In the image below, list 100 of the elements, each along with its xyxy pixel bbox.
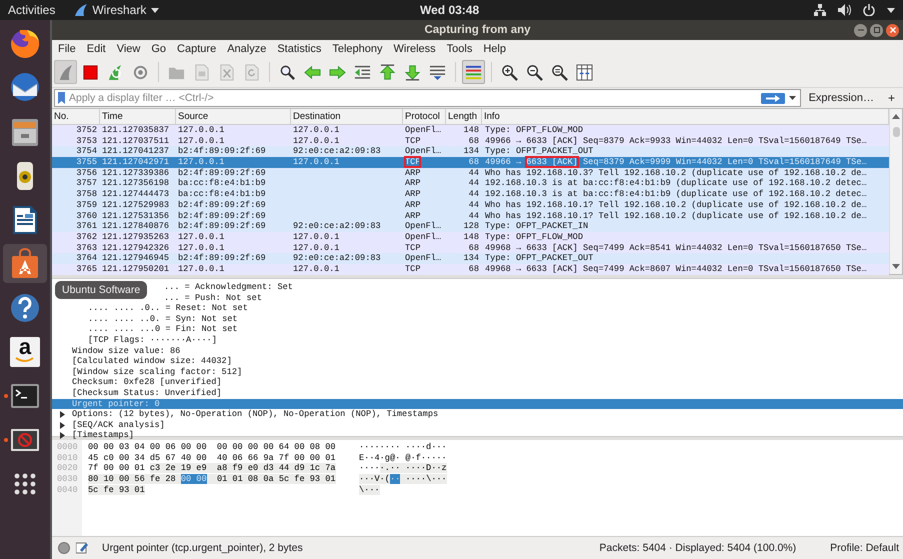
detail-line[interactable]: [SEQ/ACK analysis] bbox=[72, 420, 165, 430]
table-cell-text: 3754 bbox=[75, 146, 98, 158]
hex-bytes[interactable]: 45 c0 00 34 d5 67 40 00 40 06 66 9a 7f 00 00 01 bbox=[88, 452, 336, 463]
network-icon[interactable] bbox=[814, 4, 826, 16]
dropdown-caret-icon[interactable] bbox=[788, 96, 796, 100]
display-filter-field[interactable]: Apply a display filter … <Ctrl-/> bbox=[54, 89, 801, 107]
packet-row[interactable]: 3762 121.127935263 127.0.0.1 127.0.0.1 OpenFl… 148 Type: OFPT_FLOW_MOD bbox=[52, 232, 889, 243]
filter-input[interactable]: Apply a display filter … <Ctrl-/> bbox=[69, 92, 757, 104]
shopping-bag-launcher[interactable] bbox=[3, 244, 47, 283]
menu-item[interactable]: Telephony bbox=[332, 42, 382, 54]
scroll-down-icon[interactable] bbox=[892, 264, 900, 269]
hex-bytes[interactable]: 7f 00 00 01 bbox=[88, 463, 150, 474]
detail-line[interactable]: ... = Push: Not set bbox=[164, 292, 262, 304]
ascii-bytes[interactable]: ···· bbox=[359, 463, 380, 474]
table-cell-text: 121.127042971 bbox=[101, 157, 170, 168]
column-header[interactable]: Destination bbox=[291, 109, 403, 124]
offset-text: 0020 bbox=[57, 463, 79, 474]
scrollbar-thumb[interactable] bbox=[892, 126, 900, 136]
packet-row[interactable]: 3754 121.127041237 b2:4f:89:09:2f:69 92:e0:ce:a2:09:83 OpenFl… 134 Type: OFPT_PACKET_OUT bbox=[52, 146, 889, 158]
column-header[interactable]: Time bbox=[100, 109, 176, 124]
app-menu[interactable]: Wireshark bbox=[92, 3, 146, 17]
menu-item[interactable]: Analyze bbox=[227, 42, 266, 54]
table-cell-text: 121.127035837 bbox=[101, 125, 170, 136]
detail-line[interactable]: [TCP Flags: ·······A····] bbox=[88, 334, 217, 346]
scroll-up-icon[interactable] bbox=[892, 114, 900, 119]
info-text: Type: OFPT_PACKET_OUT bbox=[485, 253, 594, 264]
detail-line[interactable]: Options: (12 bytes), No-Operation (NOP), No-Operation (NOP), Timestamps bbox=[72, 409, 438, 420]
menu-item[interactable]: Edit bbox=[86, 42, 106, 54]
detail-line[interactable]: .... .... .0.. = Reset: Not set bbox=[88, 303, 248, 314]
column-header[interactable]: Source bbox=[176, 109, 291, 124]
activities-button[interactable]: Activities bbox=[8, 3, 56, 17]
packet-row[interactable]: 3758 121.127444473 ba:cc:f8:e4:b1:b9 ARP 44 192.168.10.3 is at ba:cc:f8:e4:b1:b9 (duplicate use of 192.168.10.2 detec… bbox=[52, 189, 889, 200]
hex-bytes[interactable]: 00 00 03 04 00 06 00 00 00 00 00 00 64 00 08 00 bbox=[88, 442, 336, 452]
add-filter-button[interactable]: + bbox=[882, 91, 901, 105]
minimize-button[interactable] bbox=[854, 24, 867, 36]
ascii-bytes[interactable]: ········ ····d··· bbox=[359, 442, 447, 452]
collapsed-arrow-icon[interactable] bbox=[60, 422, 65, 429]
packet-row[interactable]: 3764 121.127946945 b2:4f:89:09:2f:69 92:e0:ce:a2:09:83 OpenFl… 134 Type: OFPT_PACKET_OUT bbox=[52, 253, 889, 264]
column-header[interactable]: No. bbox=[52, 109, 100, 124]
detail-line[interactable]: [Calculated window size: 44032] bbox=[72, 356, 232, 367]
table-cell: TCP bbox=[405, 242, 420, 253]
ascii-bytes[interactable]: \··· bbox=[359, 484, 380, 495]
packet-row[interactable]: 3756 121.127339386 b2:4f:89:09:2f:69 ARP 44 Who has 192.168.10.3? Tell 192.168.10.2 (duplicate use of 192.168.10.2 de… bbox=[52, 168, 889, 178]
packet-row[interactable]: 3763 121.127942326 127.0.0.1 127.0.0.1 TCP 68 49968 → 6633 [ACK] Seq=7499 Ack=8541 Win=44032 Len=0 TSval=1560187650 TSe… bbox=[52, 242, 889, 254]
menu-item[interactable]: Help bbox=[483, 42, 506, 54]
power-icon[interactable] bbox=[863, 4, 875, 16]
packet-row[interactable]: 3761 121.127840876 b2:4f:89:09:2f:69 92:e0:ce:a2:09:83 OpenFl… 128 Type: OFPT_PACKET_IN bbox=[52, 221, 889, 232]
column-header[interactable]: Length bbox=[446, 109, 482, 124]
menu-item[interactable]: Wireless bbox=[394, 42, 436, 54]
column-header[interactable]: Protocol bbox=[403, 109, 446, 124]
scrollbar[interactable] bbox=[889, 109, 902, 274]
ascii-bytes[interactable]: ···V·( bbox=[359, 474, 390, 484]
detail-line[interactable]: [Timestamps] bbox=[72, 430, 134, 441]
clock[interactable]: Wed 03:48 bbox=[420, 3, 480, 17]
packet-row[interactable]: 3759 121.127529983 b2:4f:89:09:2f:69 ARP 44 Who has 192.168.10.1? Tell 192.168.10.2 (duplicate use of 192.168.10.2 de… bbox=[52, 200, 889, 210]
table-cell-text: 92:e0:ce:a2:09:83 bbox=[292, 221, 382, 232]
menu-item[interactable]: File bbox=[58, 42, 76, 54]
ascii-bytes[interactable]: E··4·g@· @·f····· bbox=[359, 452, 447, 463]
packet-row[interactable]: 3753 121.127037511 127.0.0.1 127.0.0.1 TCP 68 49966 → 6633 [ACK] Seq=8379 Ack=9933 Win=44032 Len=0 TSval=1560187649 TSe… bbox=[52, 136, 889, 146]
detail-line[interactable]: ... = Acknowledgment: Set bbox=[164, 282, 293, 293]
detail-line[interactable]: Window size value: 86 bbox=[72, 346, 180, 356]
detail-line[interactable]: Checksum: 0xfe28 [unverified] bbox=[72, 377, 222, 388]
profile-label[interactable]: Profile: Default bbox=[830, 542, 899, 554]
menu-item[interactable]: Tools bbox=[446, 42, 472, 54]
hex-bytes[interactable]: 5c fe 93 01 bbox=[88, 484, 145, 495]
store-launcher[interactable]: a bbox=[3, 332, 47, 371]
hex-bytes[interactable]: c3 2e 19 e9 a8 f9 e0 d3 44 d9 1c 7a bbox=[150, 463, 336, 474]
maximize-icon bbox=[872, 26, 880, 34]
close-button[interactable] bbox=[886, 24, 899, 36]
detail-line[interactable]: [Checksum Status: Unverified] bbox=[72, 388, 222, 399]
edit-icon[interactable] bbox=[76, 542, 88, 554]
detail-line[interactable]: .... .... ...0 = Fin: Not set bbox=[88, 324, 238, 335]
tooltip: Ubuntu Software bbox=[55, 281, 148, 299]
expression-button[interactable]: Expression… bbox=[806, 92, 876, 104]
collapsed-arrow-icon[interactable] bbox=[60, 432, 65, 440]
table-cell: ARP bbox=[405, 189, 420, 200]
menu-item[interactable]: Go bbox=[151, 42, 166, 54]
colorize-button[interactable] bbox=[462, 60, 485, 84]
packet-row[interactable]: 3765 121.127950201 127.0.0.1 127.0.0.1 TCP 68 49968 → 6633 [ACK] Seq=7499 Ack=8607 Win=44032 Len=0 TSval=1560187650 TSe… bbox=[52, 264, 889, 275]
detail-line[interactable]: .... .... ..0. = Syn: Not set bbox=[88, 314, 238, 324]
table-cell: ARP bbox=[405, 178, 420, 188]
volume-icon[interactable] bbox=[838, 4, 851, 16]
packet-row[interactable]: 3757 121.127356198 ba:cc:f8:e4:b1:b9 ARP 44 192.168.10.3 is at ba:cc:f8:e4:b1:b9 (duplicate use of 192.168.10.2 detec… bbox=[52, 178, 889, 190]
packet-row[interactable]: 3760 121.127531356 b2:4f:89:09:2f:69 ARP 44 Who has 192.168.10.1? Tell 192.168.10.2 (duplicate use of 192.168.10.2 de… bbox=[52, 210, 889, 222]
ascii-bytes[interactable]: ·.·· ····D··z bbox=[380, 463, 447, 474]
info-text: Who has 192.168.10.1? Tell 192.168.10.2 (duplicate use of 192.168.10.2 de… bbox=[485, 200, 867, 210]
table-cell-text: 127.0.0.1 bbox=[292, 264, 340, 275]
menu-item[interactable]: Statistics bbox=[277, 42, 322, 54]
status-circle-icon[interactable] bbox=[58, 542, 70, 554]
menu-item[interactable]: Capture bbox=[177, 42, 216, 54]
packet-row[interactable]: 3752 121.127035837 127.0.0.1 127.0.0.1 OpenFl… 148 Type: OFPT_FLOW_MOD bbox=[52, 125, 889, 136]
collapsed-arrow-icon[interactable] bbox=[60, 410, 65, 418]
detail-line[interactable]: [Window size scaling factor: 512] bbox=[72, 366, 242, 378]
hex-bytes[interactable]: 01 01 08 0a 5c fe 93 01 bbox=[206, 474, 336, 484]
maximize-button[interactable] bbox=[870, 24, 883, 36]
search-icon bbox=[279, 64, 296, 80]
ascii-bytes[interactable]: ····\··· bbox=[400, 474, 447, 484]
table-cell-text: 3756 bbox=[75, 168, 98, 178]
menu-item[interactable]: View bbox=[116, 42, 140, 54]
hex-bytes[interactable]: 80 10 00 56 fe 28 bbox=[88, 474, 181, 484]
